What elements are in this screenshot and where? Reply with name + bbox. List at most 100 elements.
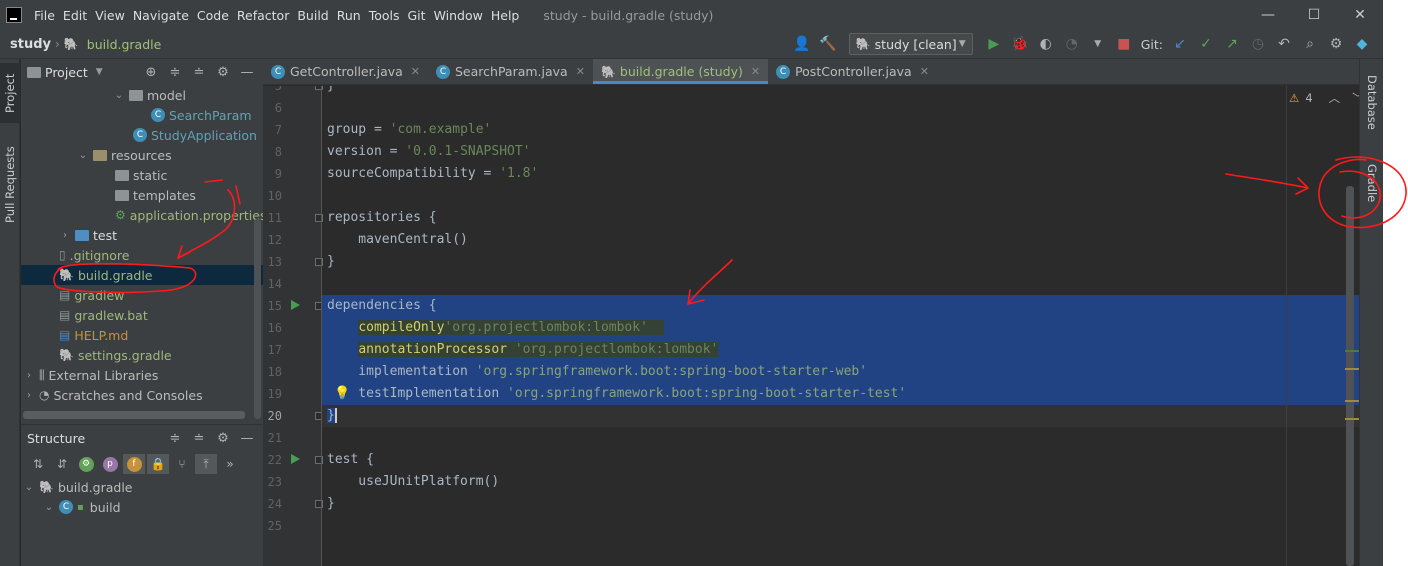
menu-refactor[interactable]: Refactor bbox=[233, 8, 293, 23]
menu-window[interactable]: Window bbox=[430, 8, 487, 23]
autoscroll-to-source-icon[interactable]: ⤒ bbox=[195, 454, 217, 474]
show-fields-icon[interactable]: f bbox=[123, 454, 145, 474]
git-update-icon[interactable]: ↙ bbox=[1169, 33, 1191, 55]
change-marker[interactable] bbox=[1345, 350, 1359, 352]
menu-code[interactable]: Code bbox=[193, 8, 233, 23]
more-run-chevron-icon[interactable]: ▼ bbox=[1087, 33, 1109, 55]
hide-panel-icon[interactable]: — bbox=[235, 65, 259, 80]
show-inherited-icon[interactable]: ⚙ bbox=[75, 454, 97, 474]
gear-icon[interactable]: ⚙ bbox=[211, 65, 235, 80]
project-panel-title[interactable]: Project bbox=[45, 65, 88, 80]
collapse-all-icon[interactable]: ≐ bbox=[187, 431, 211, 446]
intellij-logo-icon[interactable] bbox=[6, 7, 22, 23]
collapse-arrow-icon[interactable]: › bbox=[59, 230, 71, 241]
menu-navigate[interactable]: Navigate bbox=[129, 8, 193, 23]
breadcrumb-project[interactable]: study bbox=[10, 37, 51, 52]
tree-item-templates[interactable]: templates bbox=[21, 185, 263, 205]
menu-run[interactable]: Run bbox=[333, 8, 365, 23]
chevron-up-icon[interactable]: ︿ bbox=[1329, 90, 1341, 106]
coverage-icon[interactable]: ◐ bbox=[1035, 33, 1057, 55]
warning-marker[interactable] bbox=[1345, 368, 1359, 370]
rollback-icon[interactable]: ↶ bbox=[1273, 33, 1295, 55]
menu-edit[interactable]: Edit bbox=[59, 8, 91, 23]
sort-alphabetically-icon[interactable]: ⇵ bbox=[51, 454, 73, 474]
structure-item-build-gradle[interactable]: ⌄ 🐘 build.gradle bbox=[21, 477, 263, 497]
tree-item-application-properties[interactable]: ⚙ application.properties bbox=[21, 205, 266, 225]
tab-getcontroller[interactable]: C GetController.java ✕ bbox=[263, 59, 428, 84]
tab-build-gradle[interactable]: 🐘 build.gradle (study) ✕ bbox=[592, 59, 769, 84]
run-gutter-icon[interactable] bbox=[291, 454, 300, 464]
menu-help[interactable]: Help bbox=[487, 8, 524, 23]
tree-item-gitignore[interactable]: ▯ .gitignore bbox=[21, 245, 263, 265]
hide-panel-icon[interactable]: — bbox=[235, 431, 259, 446]
tree-item-gradlew[interactable]: ▤ gradlew bbox=[21, 285, 263, 305]
locate-file-icon[interactable]: ⊕ bbox=[139, 65, 163, 80]
settings-gear-icon[interactable]: ⚙ bbox=[1325, 33, 1347, 55]
build-hammer-icon[interactable]: 🔨 bbox=[817, 33, 839, 55]
run-icon[interactable]: ▶ bbox=[983, 33, 1005, 55]
close-window-button[interactable]: ✕ bbox=[1337, 0, 1383, 30]
git-history-icon[interactable]: ◷ bbox=[1247, 33, 1269, 55]
tab-searchparam[interactable]: C SearchParam.java ✕ bbox=[428, 59, 593, 84]
warning-marker[interactable] bbox=[1345, 400, 1359, 402]
tree-item-scratches[interactable]: › ◔ Scratches and Consoles bbox=[21, 385, 263, 405]
inspection-widget[interactable]: ⚠ 4 ︿ ﹀ bbox=[1289, 90, 1359, 106]
more-actions-icon[interactable]: » bbox=[219, 454, 241, 474]
expand-arrow-icon[interactable]: ⌄ bbox=[77, 150, 89, 161]
horizontal-scrollbar[interactable] bbox=[23, 411, 245, 419]
minimize-button[interactable]: — bbox=[1245, 0, 1291, 30]
stop-icon[interactable]: ■ bbox=[1113, 33, 1135, 55]
run-gutter-icon[interactable] bbox=[291, 300, 300, 310]
tree-item-help-md[interactable]: ▤ HELP.md bbox=[21, 325, 263, 345]
sort-by-type-icon[interactable]: ⇅ bbox=[27, 454, 49, 474]
expand-arrow-icon[interactable]: ⌄ bbox=[23, 482, 35, 493]
search-icon[interactable]: ⌕ bbox=[1299, 33, 1321, 55]
tree-item-studyapplication[interactable]: C StudyApplication bbox=[21, 125, 263, 145]
expand-all-icon[interactable]: ≑ bbox=[163, 431, 187, 446]
database-tool-tab[interactable]: Database bbox=[1362, 67, 1382, 137]
collapse-arrow-icon[interactable]: › bbox=[23, 370, 35, 381]
toolbox-logo-icon[interactable]: ◆ bbox=[1351, 33, 1373, 55]
git-push-icon[interactable]: ↗ bbox=[1221, 33, 1243, 55]
collapse-all-icon[interactable]: ≐ bbox=[187, 65, 211, 80]
breadcrumb-file[interactable]: build.gradle bbox=[87, 37, 162, 52]
run-configuration-select[interactable]: 🐘 study [clean] ▼ bbox=[848, 33, 973, 55]
show-non-public-icon[interactable]: 🔒 bbox=[147, 454, 169, 474]
editor-vertical-scrollbar[interactable] bbox=[1346, 186, 1354, 566]
menu-file[interactable]: File bbox=[30, 8, 59, 23]
debug-icon[interactable]: 🐞 bbox=[1009, 33, 1031, 55]
git-commit-icon[interactable]: ✓ bbox=[1195, 33, 1217, 55]
vertical-scrollbar[interactable] bbox=[254, 219, 261, 419]
tab-postcontroller[interactable]: C PostController.java ✕ bbox=[768, 59, 937, 84]
close-icon[interactable]: ✕ bbox=[576, 65, 585, 78]
maximize-button[interactable]: ☐ bbox=[1291, 0, 1337, 30]
tree-item-test[interactable]: › test bbox=[21, 225, 263, 245]
structure-item-build[interactable]: ⌄ C ▪ build bbox=[21, 497, 263, 517]
tree-item-settings-gradle[interactable]: 🐘 settings.gradle bbox=[21, 345, 263, 365]
menu-view[interactable]: View bbox=[91, 8, 129, 23]
close-icon[interactable]: ✕ bbox=[751, 65, 760, 78]
close-icon[interactable]: ✕ bbox=[411, 65, 420, 78]
tree-item-searchparam[interactable]: C SearchParam bbox=[21, 105, 263, 125]
profile-icon[interactable]: ◔ bbox=[1061, 33, 1083, 55]
menu-tools[interactable]: Tools bbox=[365, 8, 404, 23]
expand-arrow-icon[interactable]: ⌄ bbox=[43, 502, 55, 513]
show-lambdas-icon[interactable]: ⑂ bbox=[171, 454, 193, 474]
menu-build[interactable]: Build bbox=[293, 8, 332, 23]
code-editor[interactable]: 5 6 7 8 9 10 11 12 13 14 15 16 17 18 19 … bbox=[263, 86, 1359, 566]
close-icon[interactable]: ✕ bbox=[920, 65, 929, 78]
warning-marker[interactable] bbox=[1345, 418, 1359, 420]
tree-item-model[interactable]: ⌄ model bbox=[21, 85, 263, 105]
collapse-arrow-icon[interactable]: › bbox=[23, 390, 35, 401]
pull-requests-tool-tab[interactable]: Pull Requests bbox=[0, 137, 20, 233]
gear-icon[interactable]: ⚙ bbox=[211, 431, 235, 446]
menu-git[interactable]: Git bbox=[404, 8, 430, 23]
user-icon[interactable]: 👤 bbox=[791, 33, 813, 55]
chevron-down-icon[interactable]: ▼ bbox=[96, 67, 103, 77]
tree-item-resources[interactable]: ⌄ resources bbox=[21, 145, 263, 165]
project-tool-tab[interactable]: Project bbox=[0, 63, 20, 123]
gradle-tool-tab[interactable]: Gradle bbox=[1362, 155, 1382, 211]
tree-item-external-libraries[interactable]: › ⫼ External Libraries bbox=[21, 365, 263, 385]
chevron-down-icon[interactable]: ﹀ bbox=[1352, 90, 1359, 106]
tree-item-build-gradle[interactable]: 🐘 build.gradle bbox=[21, 265, 263, 285]
